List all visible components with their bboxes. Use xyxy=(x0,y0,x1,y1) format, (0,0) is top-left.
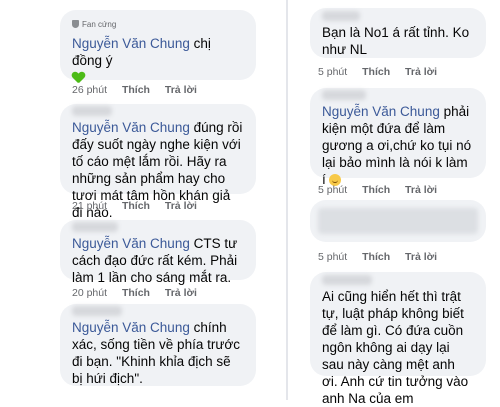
comment-bubble: Nguyễn Văn Chung phải kiện một đứa để là… xyxy=(310,88,486,187)
like-button[interactable]: Thích xyxy=(122,84,150,96)
comment-text: Ai cũng hiển hết thì trật tự, luật pháp … xyxy=(322,289,469,406)
fan-badge: Fan cứng xyxy=(72,16,244,33)
like-button[interactable]: Thích xyxy=(362,66,390,78)
fan-badge-label: Fan cứng xyxy=(82,20,117,29)
like-button[interactable]: Thích xyxy=(362,251,390,263)
comment-bubble xyxy=(310,200,486,242)
comment-meta: 5 phút Thích Trả lời xyxy=(318,66,449,78)
comment-time: 21 phút xyxy=(72,200,108,212)
comment-time: 5 phút xyxy=(318,184,348,196)
redacted-name xyxy=(72,306,122,316)
left-comment-column: Fan cứng Nguyễn Văn Chung chị đồng ý 26 … xyxy=(0,0,276,400)
like-button[interactable]: Thích xyxy=(122,287,150,299)
comment-bubble: Nguyễn Văn Chung chính xác, sống tiền về… xyxy=(60,304,256,386)
redacted-name xyxy=(72,222,118,232)
right-comment-column: Bạn là No1 á rất tỉnh. Ko như NL 5 phút … xyxy=(300,0,500,406)
redacted-name xyxy=(322,275,372,285)
redacted-comment xyxy=(318,208,478,234)
comment-author-link[interactable]: Nguyễn Văn Chung xyxy=(72,236,190,251)
redacted-name xyxy=(72,106,112,116)
comment-author-link[interactable]: Nguyễn Văn Chung xyxy=(72,120,190,135)
comment-meta: 21 phút Thích Trả lời xyxy=(72,200,209,212)
reply-button[interactable]: Trả lời xyxy=(165,84,197,96)
column-divider xyxy=(286,0,288,400)
comment-bubble: Nguyễn Văn Chung CTS tư cách đạo đức rất… xyxy=(60,220,256,285)
comment-author-link[interactable]: Nguyễn Văn Chung xyxy=(322,104,440,119)
comment-meta: 26 phút Thích Trả lời xyxy=(72,84,209,96)
comment-author-link[interactable]: Nguyễn Văn Chung xyxy=(72,320,190,335)
redacted-name xyxy=(322,11,360,21)
comment-meta: 5 phút Thích Trả lời xyxy=(318,184,449,196)
redacted-name xyxy=(322,90,366,100)
comment-time: 5 phút xyxy=(318,251,348,263)
comment-bubble: Nguyễn Văn Chung đúng rồi đấy suốt ngày … xyxy=(60,104,256,220)
comment-meta: 5 phút Thích Trả lời xyxy=(318,251,449,263)
comment-time: 5 phút xyxy=(318,66,348,78)
comment-meta: 20 phút Thích Trả lời xyxy=(72,287,209,299)
reply-button[interactable]: Trả lời xyxy=(165,287,197,299)
comment-text: Bạn là No1 á rất tỉnh. Ko như NL xyxy=(322,25,470,57)
reply-button[interactable]: Trả lời xyxy=(405,66,437,78)
like-button[interactable]: Thích xyxy=(362,184,390,196)
reply-button[interactable]: Trả lời xyxy=(165,200,197,212)
comment-time: 26 phút xyxy=(72,84,108,96)
green-heart-icon xyxy=(72,72,85,84)
comment-bubble: Fan cứng Nguyễn Văn Chung chị đồng ý xyxy=(60,10,256,80)
like-button[interactable]: Thích xyxy=(122,200,150,212)
shield-icon xyxy=(72,20,79,28)
reply-button[interactable]: Trả lời xyxy=(405,184,437,196)
comment-author-link[interactable]: Nguyễn Văn Chung xyxy=(72,36,190,51)
comment-time: 20 phút xyxy=(72,287,108,299)
comment-bubble: Ai cũng hiển hết thì trật tự, luật pháp … xyxy=(310,272,486,406)
comment-bubble: Bạn là No1 á rất tỉnh. Ko như NL xyxy=(310,8,486,58)
reply-button[interactable]: Trả lời xyxy=(405,251,437,263)
